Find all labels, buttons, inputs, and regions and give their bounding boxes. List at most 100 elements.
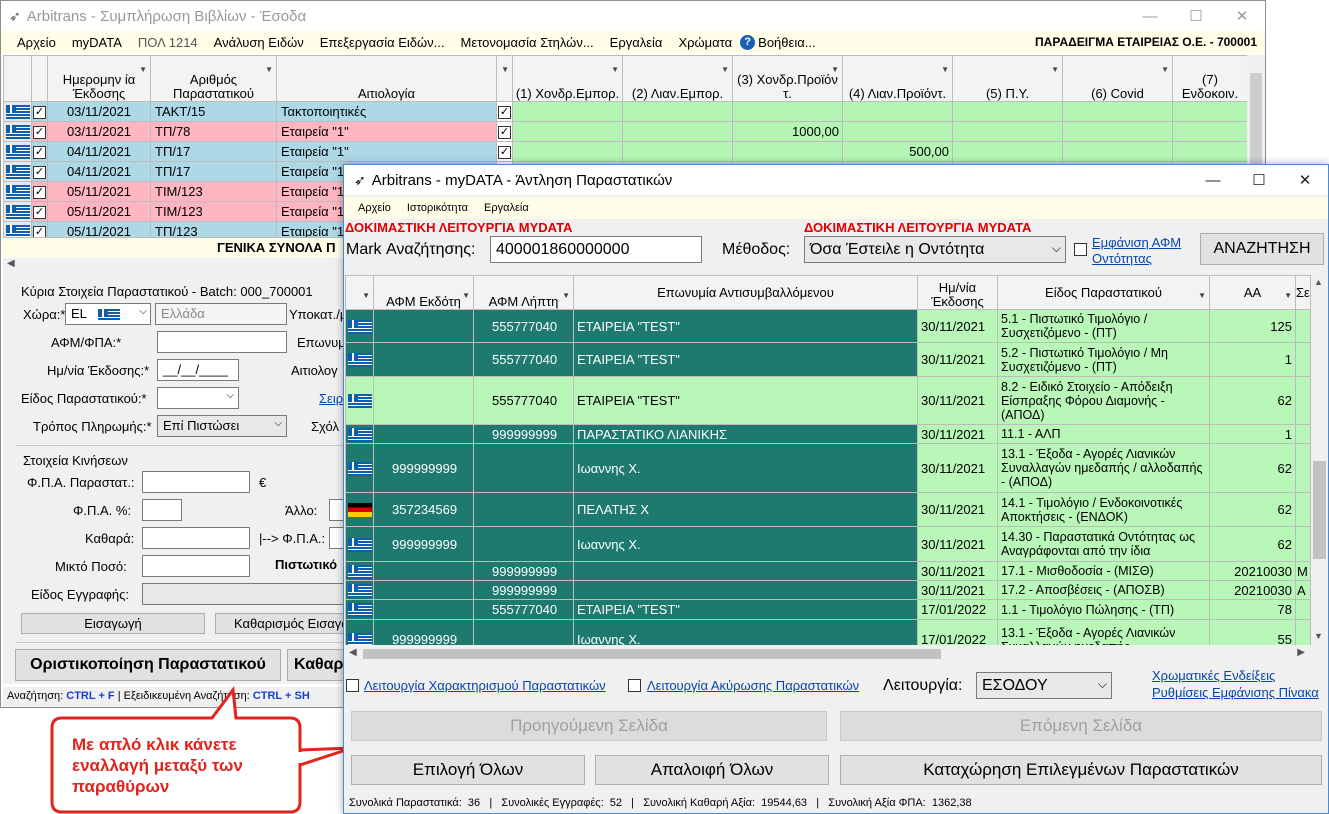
- prev-page-button[interactable]: Προηγούμενη Σελίδα: [351, 711, 827, 741]
- header-doc-type[interactable]: Είδος Παραστατικού ▼: [997, 275, 1210, 310]
- row-aa: 125: [1209, 309, 1296, 343]
- cancellation-link[interactable]: Λειτουργία Ακύρωσης Παραστατικών: [647, 678, 859, 693]
- table-row[interactable]: 999999999 30/11/2021 17.1 - Μισθοδοσία - (…: [345, 561, 1311, 581]
- row-doc-type: 13.1 - Έξοδα - Αγορές Λιανικών Συναλλαγώ…: [997, 443, 1210, 493]
- table-row[interactable]: 555777040 ΕΤΑΙΡΕΙΑ "TEST" 17/01/2022 1.1 - …: [345, 599, 1311, 620]
- row-counterparty: Ιωαννης Χ.: [573, 443, 918, 493]
- next-page-button[interactable]: Επόμενη Σελίδα: [840, 711, 1322, 741]
- menu-file[interactable]: Αρχείο: [344, 202, 399, 214]
- row-afm-receiver: 555777040: [473, 309, 574, 343]
- show-afm-link[interactable]: Εμφάνιση ΑΦΜ Οντότητας: [1092, 235, 1192, 267]
- chevron-down-icon[interactable]: ⌵: [1098, 677, 1107, 692]
- characterization-link[interactable]: Λειτουργία Χαρακτηρισμού Παραστατικών: [364, 678, 606, 693]
- row-issue-date: 30/11/2021: [917, 342, 998, 377]
- row-counterparty: ΠΑΡΑΣΤΑΤΙΚΟ ΛΙΑΝΙΚΗΣ: [573, 424, 918, 444]
- row-doc-type: 5.2 - Πιστωτικό Τιμολόγιο / Μη Συσχετιζό…: [997, 342, 1210, 377]
- row-afm-receiver: [473, 492, 574, 527]
- row-afm-receiver: 555777040: [473, 342, 574, 377]
- row-afm-issuer: 999999999: [373, 443, 474, 493]
- app-logo-icon: ➶: [354, 171, 366, 188]
- table-row[interactable]: 555777040 ΕΤΑΙΡΕΙΑ "TEST" 30/11/2021 8.2 - …: [345, 376, 1311, 425]
- minimize-icon[interactable]: —: [1190, 172, 1236, 189]
- row-afm-issuer: [373, 599, 474, 620]
- row-flag: [345, 599, 374, 620]
- table-row[interactable]: 999999999 30/11/2021 17.2 - Αποσβέσεις - (…: [345, 580, 1311, 600]
- mark-input[interactable]: 400001860000000: [490, 236, 702, 263]
- close-icon[interactable]: ✕: [1282, 171, 1328, 189]
- header-issue-date[interactable]: Ημ/νία Έκδοσης: [917, 275, 998, 310]
- row-aa: 1: [1209, 424, 1296, 444]
- chevron-down-icon[interactable]: ⌵: [1052, 241, 1061, 256]
- row-afm-receiver: [473, 443, 574, 493]
- table-row[interactable]: 999999999 ΠΑΡΑΣΤΑΤΙΚΟ ΛΙΑΝΙΚΗΣ 30/11/2021 1…: [345, 424, 1311, 444]
- front-v-scrollbar[interactable]: ▲ ▼: [1311, 275, 1328, 645]
- front-h-scrollbar[interactable]: ◀ ▶: [345, 645, 1311, 663]
- row-aa: 62: [1209, 376, 1296, 425]
- row-afm-receiver: 555777040: [473, 376, 574, 425]
- header-afm-receiver[interactable]: ΑΦΜ Λήπτη ▼: [473, 275, 574, 310]
- row-aa: 62: [1209, 492, 1296, 527]
- row-extra: [1295, 599, 1311, 620]
- mode-select[interactable]: ΕΣΟΔΟΥ ⌵: [976, 672, 1112, 699]
- row-counterparty: [573, 580, 918, 600]
- table-row[interactable]: 555777040 ΕΤΑΙΡΕΙΑ "TEST" 30/11/2021 5.2 - …: [345, 342, 1311, 377]
- display-settings-link[interactable]: Ρυθμίσεις Εμφάνισης Πίνακα: [1152, 685, 1319, 700]
- show-afm-checkbox[interactable]: [1074, 243, 1087, 256]
- row-afm-issuer: [373, 376, 474, 425]
- row-flag: [345, 424, 374, 444]
- test-mode-label: ΔΟΚΙΜΑΣΤΙΚΗ ΛΕΙΤΟΥΡΓΙΑ MYDATA: [345, 220, 573, 235]
- menu-tools[interactable]: Εργαλεία: [476, 202, 537, 214]
- row-extra: [1295, 376, 1311, 425]
- header-afm-issuer[interactable]: ΑΦΜ Εκδότη ▼: [373, 275, 474, 310]
- dropdown-icon[interactable]: ▼: [462, 289, 470, 303]
- maximize-icon[interactable]: ☐: [1236, 171, 1282, 189]
- table-row[interactable]: 357234569 ΠΕΛΑΤΗΣ Χ 30/11/2021 14.1 - Τιμολ…: [345, 492, 1311, 527]
- header-flag[interactable]: ▼: [345, 275, 374, 310]
- row-extra: [1295, 526, 1311, 562]
- menu-history[interactable]: Ιστορικότητα: [399, 202, 476, 214]
- register-selected-button[interactable]: Καταχώρηση Επιλεγμένων Παραστατικών: [840, 755, 1322, 785]
- front-window[interactable]: ➶ Arbitrans - myDATA - Άντληση Παραστατι…: [343, 164, 1329, 814]
- dropdown-icon[interactable]: ▼: [362, 289, 370, 303]
- row-extra: [1295, 342, 1311, 377]
- row-extra: Μ: [1295, 561, 1311, 581]
- deselect-all-button[interactable]: Απαλοιφή Όλων: [595, 755, 829, 785]
- row-extra: Α: [1295, 580, 1311, 600]
- row-doc-type: 1.1 - Τιμολόγιο Πώλησης - (ΤΠ): [997, 599, 1210, 620]
- row-flag: [345, 492, 374, 527]
- table-row[interactable]: 999999999 Ιωαννης Χ. 30/11/2021 13.1 - Έξοδ…: [345, 443, 1311, 493]
- select-all-button[interactable]: Επιλογή Όλων: [351, 755, 585, 785]
- greek-flag-icon: [347, 427, 372, 442]
- front-title-bar[interactable]: ➶ Arbitrans - myDATA - Άντληση Παραστατι…: [344, 165, 1328, 195]
- method-select[interactable]: Όσα Έστειλε η Οντότητα ⌵: [804, 236, 1066, 263]
- front-menu-bar: Αρχείο Ιστορικότητα Εργαλεία: [344, 197, 1328, 219]
- row-aa: 62: [1209, 526, 1296, 562]
- row-aa: 20210030: [1209, 561, 1296, 581]
- dropdown-icon[interactable]: ▼: [562, 289, 570, 303]
- row-aa: 20210030: [1209, 580, 1296, 600]
- dropdown-icon[interactable]: ▼: [1198, 289, 1206, 303]
- dropdown-icon[interactable]: ▼: [1284, 289, 1292, 303]
- header-extra[interactable]: Σε: [1295, 275, 1311, 310]
- row-flag: [345, 443, 374, 493]
- greek-flag-icon: [347, 564, 372, 579]
- row-issue-date: 30/11/2021: [917, 309, 998, 343]
- greek-flag-icon: [347, 461, 372, 476]
- header-counterparty[interactable]: Επωνυμία Αντισυμβαλλόμενου: [573, 275, 918, 310]
- table-row[interactable]: 999999999 Ιωαννης Χ. 30/11/2021 14.30 - Παρ…: [345, 526, 1311, 562]
- greek-flag-icon: [347, 394, 372, 409]
- row-afm-issuer: 357234569: [373, 492, 474, 527]
- row-afm-issuer: [373, 342, 474, 377]
- cancellation-checkbox[interactable]: [628, 679, 641, 692]
- row-afm-receiver: 999999999: [473, 580, 574, 600]
- front-status-bar: Συνολικά Παραστατικά: 36 | Συνολικές Εγγ…: [349, 797, 972, 809]
- row-counterparty: Ιωαννης Χ.: [573, 526, 918, 562]
- table-row[interactable]: 555777040 ΕΤΑΙΡΕΙΑ "TEST" 30/11/2021 5.1 - …: [345, 309, 1311, 343]
- color-legend-link[interactable]: Χρωματικές Ενδείξεις: [1152, 668, 1275, 683]
- row-flag: [345, 526, 374, 562]
- header-aa[interactable]: ΑΑ ▼: [1209, 275, 1296, 310]
- characterization-checkbox[interactable]: [346, 679, 359, 692]
- row-extra: [1295, 309, 1311, 343]
- test-mode-label-2: ΔΟΚΙΜΑΣΤΙΚΗ ΛΕΙΤΟΥΡΓΙΑ MYDATA: [804, 220, 1032, 235]
- search-button[interactable]: ΑΝΑΖΗΤΗΣΗ: [1200, 233, 1324, 265]
